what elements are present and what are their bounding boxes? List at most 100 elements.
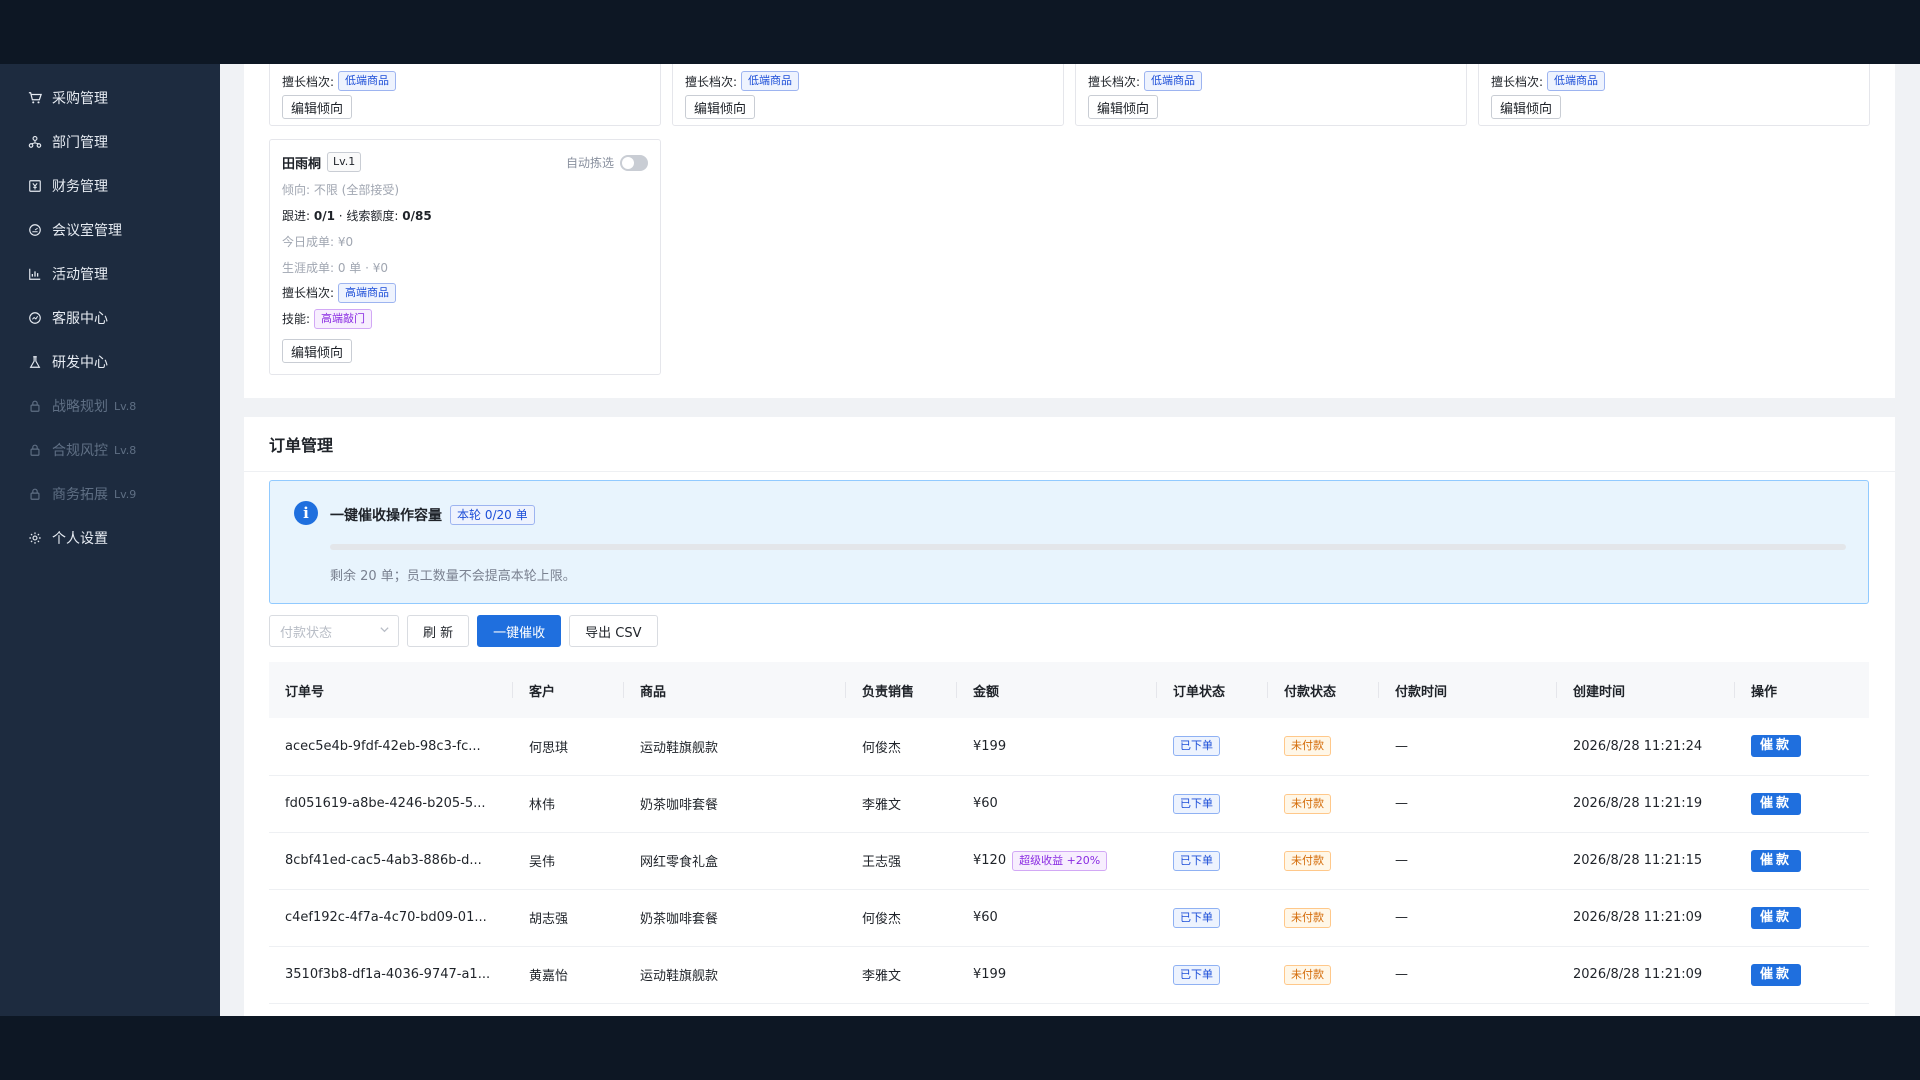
employee-level-badge: Lv.1: [327, 152, 362, 172]
sidebar-item-meeting-room[interactable]: 会议室管理: [0, 208, 220, 252]
order-status-cell: 已下单: [1157, 889, 1268, 947]
urge-all-button[interactable]: 一键催收: [477, 615, 562, 647]
chevron-down-icon: [379, 624, 390, 638]
table-row: 8cbf41ed-cac5-4ab3-886b-d... 吴伟 网红零食礼盒 王志强 ¥…: [269, 832, 1869, 890]
sidebar-item-compliance: 合规风控 Lv.8: [0, 428, 220, 472]
column-header: 操作: [1735, 662, 1869, 718]
orders-title: 订单管理: [244, 417, 1895, 472]
chart-icon: [28, 267, 42, 281]
sidebar-item-label: 客服中心: [52, 311, 108, 327]
action-cell: 催款: [1735, 718, 1869, 776]
employee-panel: 擅长档次: 低端商品 编辑倾向 擅长档次: 低端商品 编辑倾向 擅长档次: 低端商品 编辑倾…: [244, 64, 1895, 398]
lock-icon: [28, 443, 42, 457]
sidebar-item-label: 采购管理: [52, 91, 108, 107]
org-icon: [28, 135, 42, 149]
sidebar-item-label: 合规风控: [52, 443, 108, 459]
customer-name: 黄嘉怡: [513, 946, 624, 1004]
pay-status-cell: 未付款: [1268, 775, 1379, 833]
pay-status-cell: 未付款: [1268, 889, 1379, 947]
sidebar: 采购管理 部门管理 财务管理 会议室管理 活动管理 客服中心 研发中心 战略规划 Lv.8 合规风…: [0, 64, 220, 1016]
urge-payment-button[interactable]: 催款: [1751, 906, 1802, 929]
column-header: 负责销售: [846, 662, 957, 718]
urge-payment-button[interactable]: 催款: [1751, 849, 1802, 872]
sales-rep: 李雅文: [846, 946, 957, 1004]
employee-tier: 擅长档次: 低端商品: [282, 71, 397, 91]
auto-pick-toggle[interactable]: [620, 154, 648, 171]
action-cell: 催款: [1735, 832, 1869, 890]
sidebar-item-customer-service[interactable]: 客服中心: [0, 296, 220, 340]
amount: ¥60: [973, 796, 998, 811]
created-time: 2026/8/28 11:21:24: [1557, 718, 1735, 776]
employee-tier: 擅长档次: 低端商品: [685, 71, 800, 91]
employee-preference: 倾向: 不限 (全部接受): [282, 183, 400, 197]
skill-tag: 高端敲门: [314, 309, 373, 329]
pay-status-cell: 未付款: [1268, 718, 1379, 776]
edit-preference-button[interactable]: 编辑倾向: [282, 339, 353, 363]
product-name: 奶茶咖啡套餐: [624, 889, 846, 947]
tier-tag: 低端商品: [338, 71, 397, 91]
urge-payment-button[interactable]: 催款: [1751, 792, 1802, 815]
required-level: Lv.8: [114, 443, 137, 457]
table-row: acec5e4b-9fdf-42eb-98c3-fc... 何思琪 运动鞋旗舰款 何俊…: [269, 718, 1869, 776]
edit-preference-button[interactable]: 编辑倾向: [685, 95, 756, 119]
column-header: 付款时间: [1379, 662, 1557, 718]
sidebar-item-department[interactable]: 部门管理: [0, 120, 220, 164]
auto-pick-control: 自动拣选: [566, 154, 648, 171]
order-status-cell: 已下单: [1157, 775, 1268, 833]
auto-pick-label: 自动拣选: [565, 156, 614, 170]
sidebar-item-activity[interactable]: 活动管理: [0, 252, 220, 296]
urge-payment-button[interactable]: 催款: [1751, 963, 1802, 986]
employee-card: 擅长档次: 低端商品 编辑倾向: [1478, 64, 1870, 126]
order-status-cell: 已下单: [1157, 718, 1268, 776]
employee-tier: 擅长档次: 高端商品: [282, 283, 397, 303]
edit-preference-button[interactable]: 编辑倾向: [1491, 95, 1562, 119]
export-csv-button[interactable]: 导出 CSV: [569, 615, 658, 647]
sales-rep: 何俊杰: [846, 889, 957, 947]
order-status-cell: 已下单: [1157, 946, 1268, 1004]
app-shell: 采购管理 部门管理 财务管理 会议室管理 活动管理 客服中心 研发中心 战略规划 Lv.8 合规风…: [0, 64, 1920, 1016]
edit-preference-button[interactable]: 编辑倾向: [1088, 95, 1159, 119]
customer-name: 何思琪: [513, 718, 624, 776]
sidebar-item-label: 个人设置: [52, 531, 108, 547]
order-status-badge: 已下单: [1173, 736, 1220, 757]
capacity-badge: 本轮 0/20 单: [450, 505, 535, 525]
order-status-badge: 已下单: [1173, 907, 1220, 928]
sales-rep: 李雅文: [846, 775, 957, 833]
quota-value: 0/85: [402, 209, 432, 223]
action-cell: 催款: [1735, 946, 1869, 1004]
sidebar-item-label: 战略规划: [52, 399, 108, 415]
amount-cell: ¥60: [957, 889, 1157, 947]
customer-name: 吴伟: [513, 832, 624, 890]
action-cell: 催款: [1735, 775, 1869, 833]
table-row: fd051619-a8be-4246-b205-5... 林伟 奶茶咖啡套餐 李雅文 ¥…: [269, 775, 1869, 833]
info-icon: i: [294, 501, 318, 525]
employee-follow-quota: 跟进: 0/1 · 线索额度: 0/85: [282, 209, 432, 223]
column-header: 金额: [957, 662, 1157, 718]
flask-icon: [28, 355, 42, 369]
pay-status-cell: 未付款: [1268, 832, 1379, 890]
orders-panel: 订单管理 i 一键催收操作容量 本轮 0/20 单 剩余 20 单；员工数量不会…: [244, 417, 1895, 1016]
customer-name: 林伟: [513, 775, 624, 833]
order-id: 3510f3b8-df1a-4036-9747-a1...: [269, 946, 513, 1004]
orders-toolbar: 付款状态 刷 新 一键催收 导出 CSV: [269, 615, 658, 647]
amount-cell: ¥120 超级收益 +20%: [957, 832, 1157, 890]
refresh-button[interactable]: 刷 新: [407, 615, 470, 647]
required-level: Lv.8: [114, 399, 137, 413]
amount: ¥199: [973, 967, 1007, 982]
edit-preference-button[interactable]: 编辑倾向: [282, 95, 353, 119]
lock-icon: [28, 399, 42, 413]
amount-cell: ¥199: [957, 718, 1157, 776]
urge-payment-button[interactable]: 催款: [1751, 735, 1802, 758]
order-id: 8cbf41ed-cac5-4ab3-886b-d...: [269, 832, 513, 890]
amount: ¥60: [973, 910, 998, 925]
sidebar-item-settings[interactable]: 个人设置: [0, 516, 220, 560]
sidebar-item-rnd[interactable]: 研发中心: [0, 340, 220, 384]
employee-card-tianyutong: 田雨桐 Lv.1 自动拣选 倾向: 不限 (全部接受) 跟进: 0/1 · 线索…: [269, 139, 661, 375]
employee-career-sales: 生涯成单: 0 单 · ¥0: [282, 261, 389, 275]
sidebar-item-finance[interactable]: 财务管理: [0, 164, 220, 208]
column-header: 客户: [513, 662, 624, 718]
table-row: c4ef192c-4f7a-4c70-bd09-01... 胡志强 奶茶咖啡套餐 何俊…: [269, 889, 1869, 947]
follow-value: 0/1: [313, 209, 335, 223]
sidebar-item-purchase[interactable]: 采购管理: [0, 76, 220, 120]
pay-status-filter[interactable]: 付款状态: [269, 615, 399, 647]
